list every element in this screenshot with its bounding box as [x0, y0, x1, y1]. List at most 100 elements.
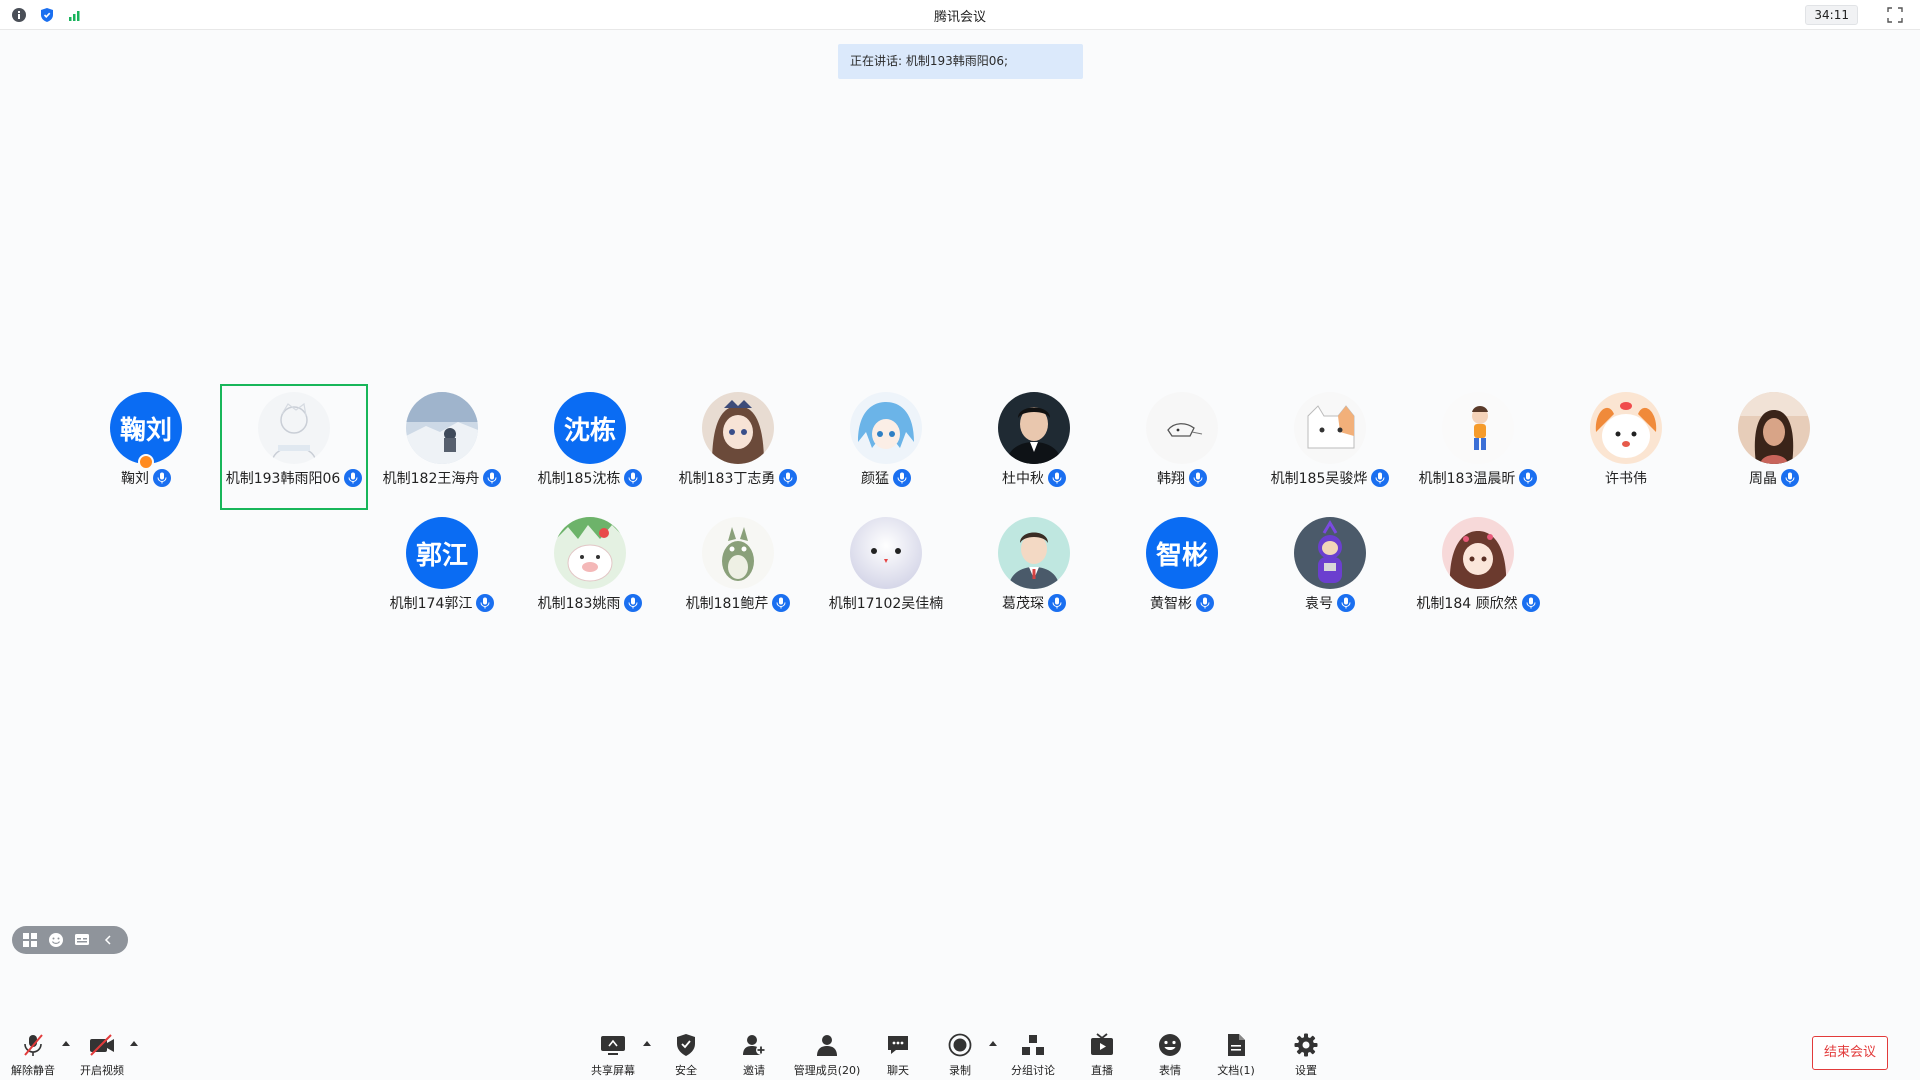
meeting-toolbar: 解除静音 开启视频 共享屏幕 安全 邀请 管理成员(20) 聊天 录制 分组讨论… — [0, 1024, 1920, 1080]
mic-icon[interactable] — [476, 594, 495, 612]
participant-name: 颜猛 — [861, 471, 889, 487]
mic-icon[interactable] — [1048, 469, 1066, 487]
security-shield-icon — [673, 1032, 699, 1058]
participant-tile[interactable]: 机制182王海舟 — [368, 384, 516, 510]
unmute-button[interactable]: 解除静音 — [8, 1024, 58, 1080]
settings-button[interactable]: 设置 — [1286, 1024, 1326, 1080]
woman-photo-avatar — [1738, 392, 1810, 464]
participant-name: 机制182王海舟 — [382, 471, 480, 487]
emoji-icon[interactable] — [46, 930, 66, 950]
participant-tile[interactable]: 沈栋 机制185沈栋 — [516, 384, 664, 510]
smile-icon — [1157, 1032, 1183, 1058]
security-button[interactable]: 安全 — [666, 1024, 706, 1080]
participant-tile[interactable]: 许书伟 — [1552, 384, 1700, 510]
participant-tile[interactable]: 机制183姚雨 — [516, 509, 664, 635]
invite-button[interactable]: 邀请 — [734, 1024, 774, 1080]
totoro-avatar — [702, 517, 774, 589]
mic-icon[interactable] — [624, 469, 643, 487]
participant-tile[interactable]: 机制17102吴佳楠 — [812, 509, 960, 635]
mic-icon[interactable] — [1781, 469, 1799, 487]
breakout-icon — [1020, 1032, 1046, 1058]
mic-icon[interactable] — [1521, 594, 1540, 612]
chat-button[interactable]: 聊天 — [878, 1024, 918, 1080]
chat-bubble-icon — [885, 1032, 911, 1058]
participant-name: 葛茂琛 — [1002, 596, 1044, 612]
mic-icon[interactable] — [153, 469, 171, 487]
mic-icon[interactable] — [779, 469, 798, 487]
add-user-icon — [741, 1032, 767, 1058]
title-bar: 腾讯会议 34:11 — [0, 0, 1920, 30]
record-options-caret-icon[interactable] — [989, 1041, 997, 1046]
caption-icon[interactable] — [72, 930, 92, 950]
reactions-button[interactable]: 表情 — [1150, 1024, 1190, 1080]
live-stream-button[interactable]: 直播 — [1082, 1024, 1122, 1080]
mic-icon[interactable] — [1337, 594, 1355, 612]
sketch-avatar — [1146, 392, 1218, 464]
breakout-rooms-button[interactable]: 分组讨论 — [1006, 1024, 1060, 1080]
mic-icon[interactable] — [1519, 469, 1538, 487]
collapse-chevron-icon[interactable] — [98, 930, 118, 950]
camera-off-icon — [89, 1032, 115, 1058]
participant-tile[interactable]: 机制183温晨昕 — [1404, 384, 1552, 510]
participant-tile[interactable]: 机制185吴骏烨 — [1256, 384, 1404, 510]
participant-name: 机制17102吴佳楠 — [828, 596, 944, 612]
mic-icon[interactable] — [344, 469, 363, 487]
mic-icon[interactable] — [1048, 594, 1066, 612]
pig-cartoon-avatar — [554, 517, 626, 589]
window-title: 腾讯会议 — [933, 10, 986, 25]
video-options-caret-icon[interactable] — [130, 1041, 138, 1046]
participant-grid: 鞠刘 鞠刘 机制193韩雨阳06 机制182王海舟 沈栋 机制185沈栋 机制1… — [0, 0, 1920, 1080]
participant-name: 机制183丁志勇 — [678, 471, 776, 487]
fullscreen-icon[interactable] — [1886, 6, 1904, 24]
share-options-caret-icon[interactable] — [643, 1041, 651, 1046]
participant-tile-active[interactable]: 机制193韩雨阳06 — [220, 384, 368, 510]
participant-tile[interactable]: 杜中秋 — [960, 384, 1108, 510]
mic-icon[interactable] — [772, 594, 791, 612]
participant-tile[interactable]: 机制183丁志勇 — [664, 384, 812, 510]
participant-name: 机制183姚雨 — [537, 596, 621, 612]
teletubby-avatar — [1294, 517, 1366, 589]
sketch-portrait-avatar — [258, 392, 330, 464]
participant-name: 机制185吴骏烨 — [1270, 471, 1368, 487]
mic-icon[interactable] — [483, 469, 502, 487]
end-meeting-button[interactable]: 结束会议 — [1812, 1036, 1888, 1070]
mic-muted-icon — [20, 1032, 46, 1058]
participant-name: 机制183温晨昕 — [1418, 471, 1516, 487]
participant-tile[interactable]: 机制181鲍芹 — [664, 509, 812, 635]
mic-icon[interactable] — [1196, 594, 1214, 612]
child-cartoon-avatar — [1442, 392, 1514, 464]
participant-name: 机制174郭江 — [389, 596, 473, 612]
participant-tile[interactable]: 颜猛 — [812, 384, 960, 510]
participant-tile[interactable]: 郭江 机制174郭江 — [368, 509, 516, 635]
mic-icon[interactable] — [624, 594, 643, 612]
layout-grid-icon[interactable] — [20, 930, 40, 950]
live-stream-icon — [1089, 1032, 1115, 1058]
audio-options-caret-icon[interactable] — [62, 1041, 70, 1046]
speaking-banner: 正在讲话: 机制193韩雨阳06; — [838, 44, 1083, 79]
share-screen-button[interactable]: 共享屏幕 — [585, 1024, 641, 1080]
record-button[interactable]: 录制 — [940, 1024, 980, 1080]
documents-button[interactable]: 文档(1) — [1214, 1024, 1258, 1080]
participant-name: 周晶 — [1749, 471, 1777, 487]
avatar: 智彬 — [1146, 517, 1218, 589]
participant-tile[interactable]: 葛茂琛 — [960, 509, 1108, 635]
mic-icon[interactable] — [893, 469, 911, 487]
participant-tile[interactable]: 机制184 顾欣然 — [1404, 509, 1552, 635]
puppy-cartoon-avatar — [1590, 392, 1662, 464]
participant-name: 韩翔 — [1157, 471, 1185, 487]
participant-name: 鞠刘 — [121, 471, 149, 487]
start-video-button[interactable]: 开启视频 — [76, 1024, 128, 1080]
participant-tile[interactable]: 袁号 — [1256, 509, 1404, 635]
mic-icon[interactable] — [1189, 469, 1207, 487]
members-icon — [814, 1032, 840, 1058]
participant-tile[interactable]: 智彬 黄智彬 — [1108, 509, 1256, 635]
white-blob-avatar — [850, 517, 922, 589]
mic-icon[interactable] — [1371, 469, 1390, 487]
record-icon — [947, 1032, 973, 1058]
meeting-timer: 34:11 — [1805, 5, 1858, 25]
participant-tile[interactable]: 韩翔 — [1108, 384, 1256, 510]
participant-tile[interactable]: 鞠刘 鞠刘 — [72, 384, 220, 510]
participant-name: 机制193韩雨阳06 — [225, 471, 341, 487]
participant-tile[interactable]: 周晶 — [1700, 384, 1848, 510]
manage-members-button[interactable]: 管理成员(20) — [790, 1024, 864, 1080]
